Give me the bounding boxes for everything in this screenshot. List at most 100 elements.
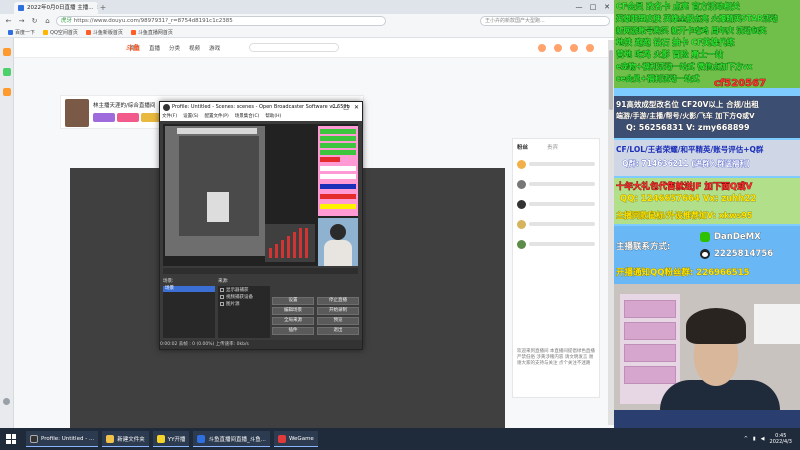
exit-button[interactable]: 退出 xyxy=(317,327,359,335)
room-notice: 欢迎来到直播间 本直播间提倡绿色直播 严禁低俗 涉黄涉赌内容 请文明发言 谢谢大… xyxy=(517,349,595,366)
streamer-avatar[interactable] xyxy=(65,99,89,127)
clock[interactable]: 0:45 2022/4/3 xyxy=(770,433,792,445)
preview-button[interactable]: 预览 xyxy=(317,317,359,325)
checkbox[interactable] xyxy=(220,294,224,299)
bookmark-item[interactable]: QQ空间首页 xyxy=(43,29,78,36)
windows-start-icon[interactable] xyxy=(6,434,16,444)
tab-fans[interactable]: 粉丝 xyxy=(517,143,528,151)
volume-icon[interactable]: ◀ xyxy=(761,436,765,442)
message-icon[interactable] xyxy=(570,43,578,52)
secure-label: 虎牙 xyxy=(61,18,73,24)
bookmarks-bar: 百度一下 QQ空间首页 斗鱼新版首页 斗鱼直播网首页 xyxy=(0,28,614,38)
overlay-line: 营地 吃鸡 火影 冒险 勇士一站 xyxy=(616,50,724,60)
favorites-icon[interactable] xyxy=(3,48,11,56)
desktop: 2022年0月0日直播 主播... ✕ + — □ ✕ ← → ↻ ⌂ 虎牙 h… xyxy=(0,0,800,450)
list-item[interactable] xyxy=(517,239,595,249)
avatar xyxy=(517,219,526,229)
history-icon[interactable] xyxy=(538,43,546,52)
bookmark-item[interactable]: 百度一下 xyxy=(8,29,35,36)
nav-video[interactable]: 视频 xyxy=(189,44,200,52)
stop-stream-button[interactable]: 停止直播 xyxy=(317,297,359,305)
yy-icon xyxy=(156,434,165,443)
home-icon[interactable]: ⌂ xyxy=(43,17,52,25)
source-item[interactable]: 显示器捕获 xyxy=(218,286,270,293)
taskbar-item-yy[interactable]: YY开播 xyxy=(152,431,190,447)
checkbox[interactable] xyxy=(220,287,224,292)
taskbar-item-browser[interactable]: 斗鱼直播间直播_斗鱼... xyxy=(193,431,270,447)
plugins-button[interactable]: 插件 xyxy=(272,327,314,335)
tab-vip[interactable]: 贵宾 xyxy=(547,143,558,151)
contact-label: 主播联系方式: xyxy=(616,242,671,253)
header-icons xyxy=(538,43,594,52)
list-item[interactable] xyxy=(517,179,595,189)
maximize-button[interactable]: □ xyxy=(343,102,349,113)
new-tab-button[interactable]: + xyxy=(98,2,108,14)
bookmark-item[interactable]: 斗鱼新版首页 xyxy=(85,29,123,36)
nav-live[interactable]: 直播 xyxy=(149,44,160,52)
obs-preview[interactable] xyxy=(163,124,358,266)
monitor xyxy=(754,304,800,344)
obs-title: Profile: Untitled - Scenes: scenes - Ope… xyxy=(172,104,350,110)
menu-scene-collection[interactable]: 场景集合(C) xyxy=(235,113,260,121)
sources-label: 来源: xyxy=(218,279,229,284)
obs-logo-icon xyxy=(163,104,170,111)
bookmark-item[interactable]: 斗鱼直播网首页 xyxy=(130,29,173,36)
browser-tabbar: 2022年0月0日直播 主播... ✕ + — □ ✕ xyxy=(0,0,614,14)
close-window-button[interactable]: ✕ xyxy=(354,102,359,113)
taskbar-item-wegame[interactable]: WeGame xyxy=(273,431,318,447)
wegame-icon xyxy=(277,434,286,443)
checkbox[interactable] xyxy=(220,301,224,306)
list-item[interactable] xyxy=(517,159,595,169)
settings-icon[interactable] xyxy=(3,398,10,405)
overlay-line: 新网游账号购买 新开卡吃鸡 周年庆 活动包奖 xyxy=(616,26,767,36)
chevron-up-icon[interactable]: ^ xyxy=(744,436,748,442)
back-icon[interactable]: ← xyxy=(4,17,13,25)
overlay-line: 英雄联盟皮肤 英雄全服点亮 火爆精英STAR活动 xyxy=(616,14,778,24)
browser-side-panel xyxy=(0,38,14,428)
forward-icon[interactable]: → xyxy=(17,17,26,25)
browser-tab[interactable]: 2022年0月0日直播 主播... ✕ xyxy=(14,2,98,14)
menu-file[interactable]: 文件(F) xyxy=(162,113,177,121)
streamer-hair xyxy=(686,308,746,344)
site-logo[interactable]: 斗鱼 xyxy=(126,43,140,53)
desk xyxy=(614,410,800,428)
overlay-line: 开播通知QQ粉丝群: 226966515 xyxy=(616,268,750,279)
wechat-icon[interactable] xyxy=(3,68,11,76)
source-item[interactable]: 视频捕获设备 xyxy=(218,293,270,300)
nav-category[interactable]: 分类 xyxy=(169,44,180,52)
settings-button[interactable]: 设置 xyxy=(272,297,314,305)
minimize-button[interactable]: — xyxy=(572,0,586,14)
history-icon[interactable] xyxy=(3,88,11,96)
user-avatar-icon[interactable] xyxy=(586,43,594,52)
start-record-button[interactable]: 开始录制 xyxy=(317,307,359,315)
follow-icon[interactable] xyxy=(554,43,562,52)
list-item[interactable] xyxy=(517,219,595,229)
url-input[interactable]: 虎牙 https://www.douyu.com/9897931?_r=8754… xyxy=(56,16,386,26)
taskbar-item-folder[interactable]: 新建文件夹 xyxy=(102,431,149,447)
scene-item[interactable]: 场景 xyxy=(163,286,215,292)
maximize-button[interactable]: □ xyxy=(586,0,600,14)
site-header: 斗鱼 首页 直播 分类 视频 游戏 xyxy=(14,38,614,58)
list-item[interactable] xyxy=(517,199,595,209)
nav-game[interactable]: 游戏 xyxy=(209,44,220,52)
menu-settings[interactable]: 设置(S) xyxy=(183,113,198,121)
menu-help[interactable]: 帮助(H) xyxy=(265,113,281,121)
source-item[interactable]: 图片源 xyxy=(218,300,270,307)
overlay-line: 2225814756 xyxy=(714,249,774,260)
menu-profile[interactable]: 配置文件(P) xyxy=(204,113,228,121)
browser-search-input[interactable]: 王小卉的新款国产大型跑... xyxy=(480,16,610,26)
taskbar-item-obs[interactable]: Profile: Untitled - ... xyxy=(26,431,99,447)
obs-titlebar[interactable]: Profile: Untitled - Scenes: scenes - Ope… xyxy=(160,102,362,113)
douyu-icon xyxy=(130,30,136,35)
minimize-button[interactable]: — xyxy=(332,102,338,113)
close-window-button[interactable]: ✕ xyxy=(600,0,614,14)
global-sources-button[interactable]: 全局来源 xyxy=(272,317,314,325)
system-tray: ^ ▮ ◀ 0:45 2022/4/3 xyxy=(744,433,792,445)
overlay-line: 十年大礼包代售就送JF 加下面Q或V xyxy=(616,182,753,193)
overlay-line: CF会员 改名卡 点亮 官方活动相关 xyxy=(616,2,740,12)
network-icon[interactable]: ▮ xyxy=(753,436,756,442)
site-search-input[interactable] xyxy=(249,43,340,52)
edit-scene-button[interactable]: 编辑场景 xyxy=(272,307,314,315)
refresh-icon[interactable]: ↻ xyxy=(30,17,39,25)
scenes-label: 场景: xyxy=(163,279,174,284)
